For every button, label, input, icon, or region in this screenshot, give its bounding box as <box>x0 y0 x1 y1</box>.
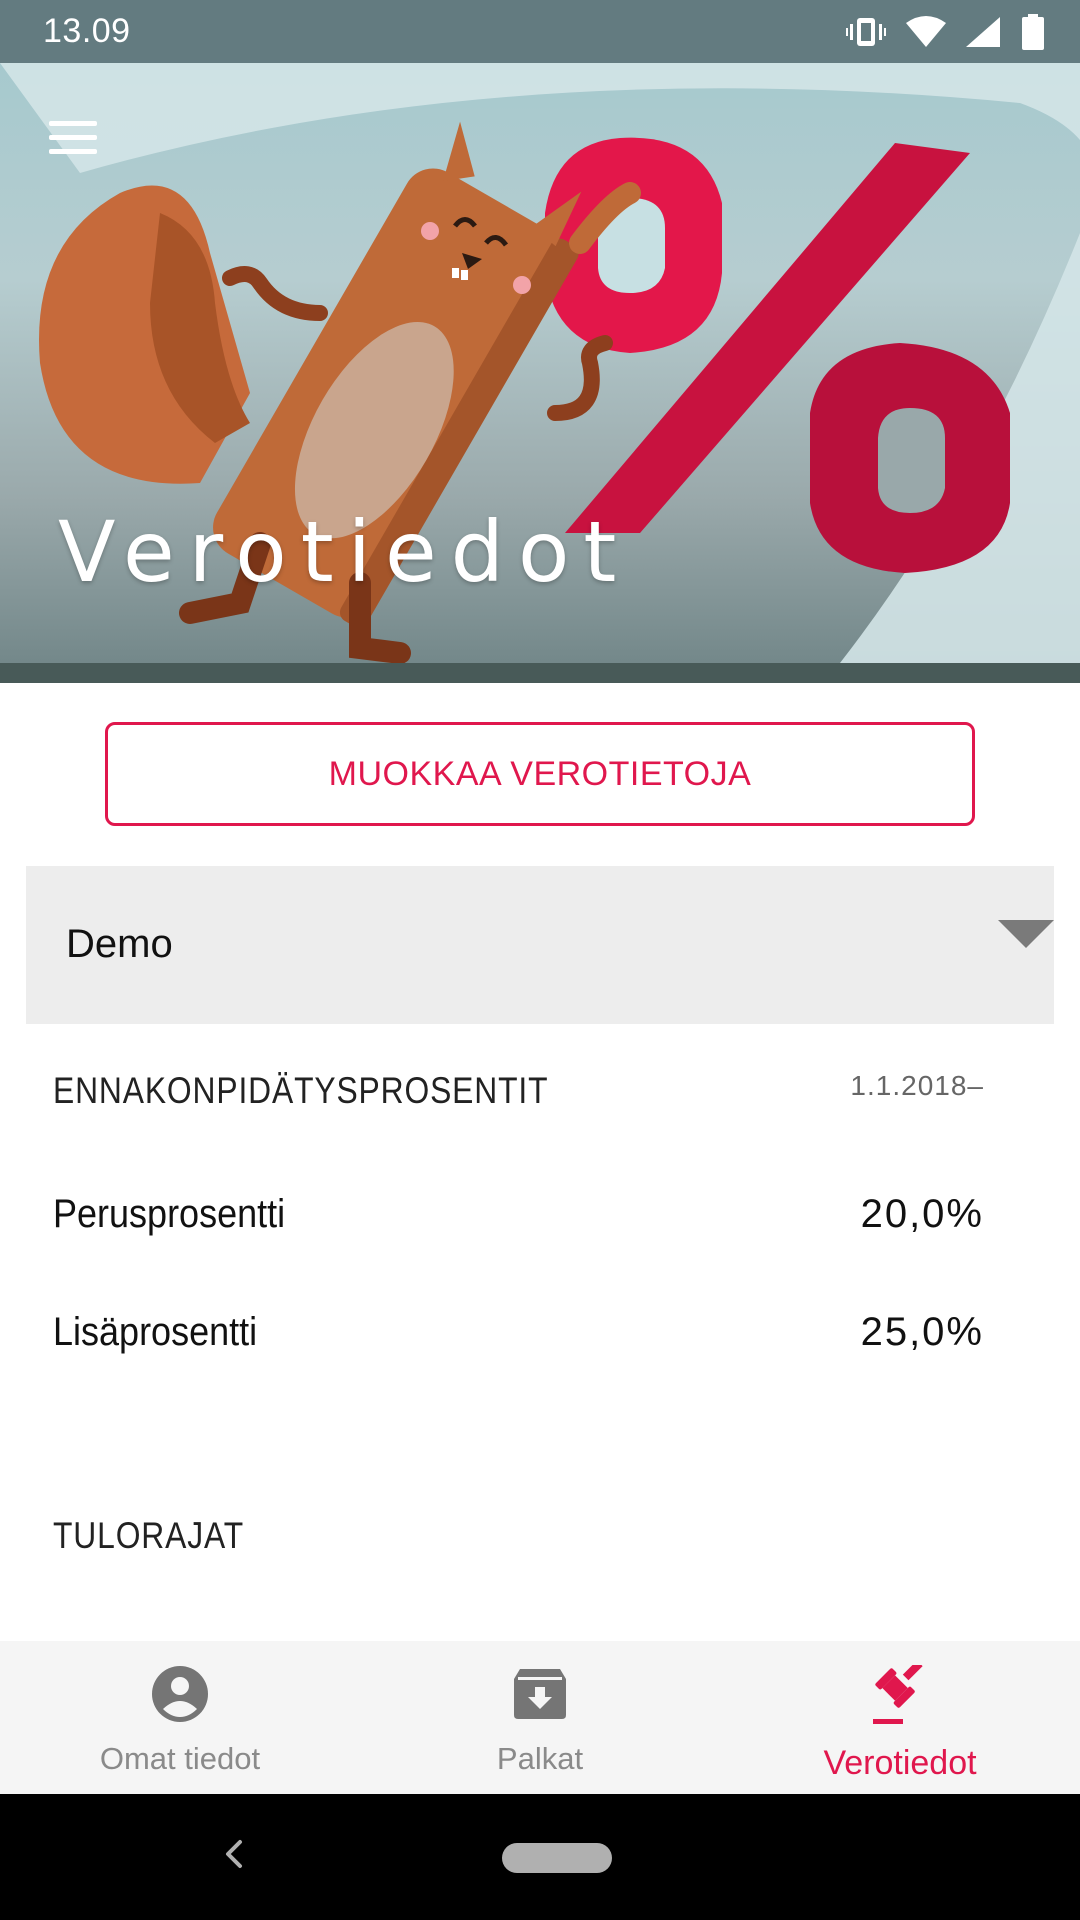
home-pill-icon[interactable] <box>502 1843 612 1873</box>
back-chevron-icon[interactable] <box>218 1834 248 1874</box>
nav-item-own-info[interactable]: Omat tiedot <box>0 1641 360 1794</box>
hero-bottom-strip <box>0 663 1080 683</box>
base-rate-value: 20,0% <box>860 1192 984 1236</box>
nav-label-salaries: Palkat <box>496 1741 584 1776</box>
additional-rate-label: Lisäprosentti <box>53 1310 258 1354</box>
nav-label-own-info: Omat tiedot <box>99 1741 261 1776</box>
status-bar: 13.09 <box>0 0 1080 63</box>
hamburger-menu-icon[interactable] <box>42 115 104 165</box>
account-circle-icon <box>152 1666 208 1722</box>
hero-banner: Verotiedot <box>0 63 1080 683</box>
withholding-heading: ENNAKONPIDÄTYSPROSENTIT <box>53 1070 549 1111</box>
signal-icon <box>966 17 1000 47</box>
dropdown-arrow-icon <box>998 920 1054 948</box>
withholding-date: 1.1.2018– <box>850 1070 984 1101</box>
base-rate-label: Perusprosentti <box>53 1192 286 1236</box>
income-limits-heading: TULORAJAT <box>53 1515 245 1556</box>
page-title: Verotiedot <box>58 503 631 601</box>
status-icons <box>846 12 1044 52</box>
nav-item-tax-info[interactable]: Verotiedot <box>720 1641 1080 1794</box>
status-time: 13.09 <box>43 12 131 50</box>
battery-icon <box>1022 14 1044 50</box>
employer-select-value: Demo <box>66 922 173 966</box>
additional-rate-value: 25,0% <box>860 1310 984 1354</box>
gavel-icon <box>873 1665 923 1724</box>
archive-download-icon <box>514 1669 566 1719</box>
nav-label-tax-info: Verotiedot <box>823 1744 977 1782</box>
vibrate-icon <box>846 18 886 46</box>
employer-select[interactable]: Demo <box>26 866 1054 1024</box>
nav-item-salaries[interactable]: Palkat <box>360 1641 720 1794</box>
edit-tax-info-button[interactable]: MUOKKAA VEROTIETOJA <box>105 722 975 826</box>
bottom-navigation: Omat tiedot Palkat Verotiedot <box>0 1641 1080 1794</box>
wifi-icon <box>906 16 946 47</box>
